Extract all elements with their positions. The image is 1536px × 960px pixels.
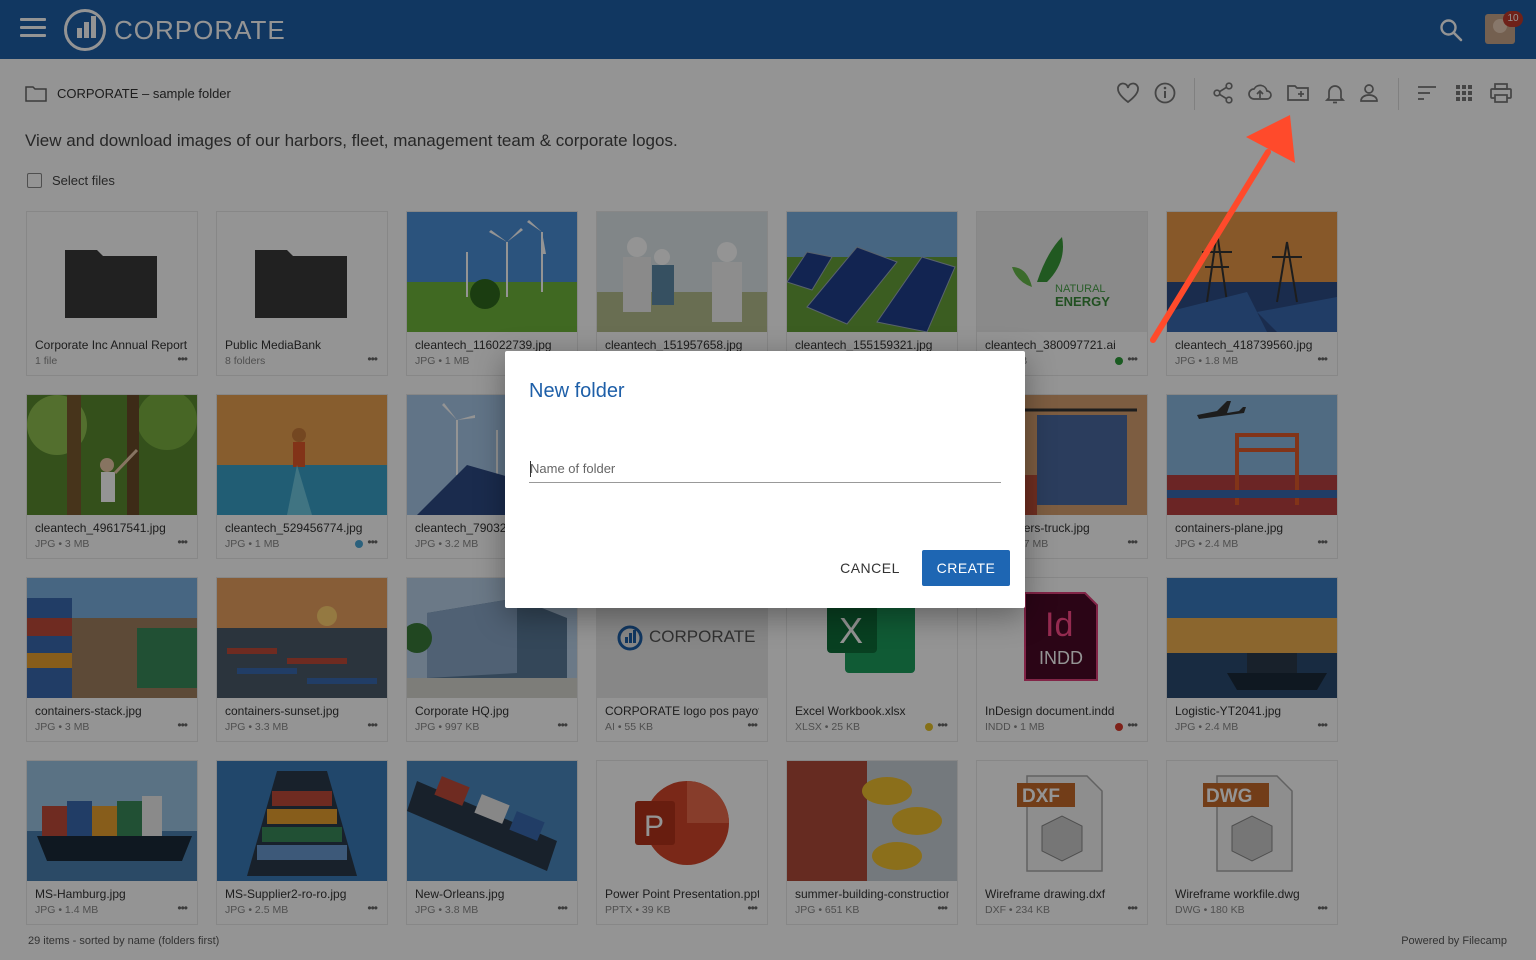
cancel-button[interactable]: CANCEL [831,554,909,582]
items-summary: 29 items - sorted by name (folders first… [28,935,220,947]
create-button[interactable]: CREATE [922,550,1010,586]
powered-by-link[interactable]: Powered by Filecamp [1401,935,1507,947]
text-cursor [530,461,531,477]
folder-name-input[interactable] [529,455,1001,483]
new-folder-dialog: New folder CANCEL CREATE [505,351,1025,608]
dialog-title: New folder [529,380,625,402]
